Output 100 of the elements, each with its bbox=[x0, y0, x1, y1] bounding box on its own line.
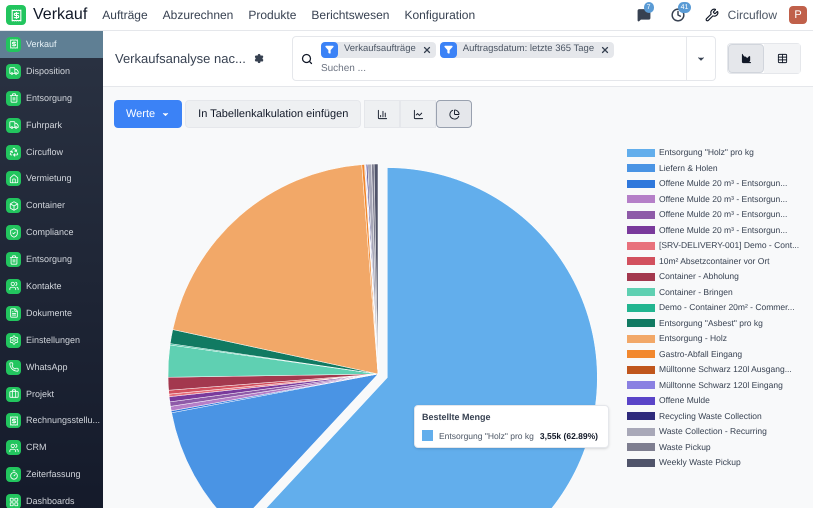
sidebar-label: Fuhrpark bbox=[26, 120, 62, 130]
legend-label[interactable]: Waste Pickup bbox=[659, 440, 711, 454]
sidebar-label: Container bbox=[26, 201, 66, 210]
sidebar-item[interactable]: Zeiterfassung bbox=[0, 461, 103, 488]
sidebar-item[interactable]: Vermietung bbox=[0, 165, 103, 192]
sidebar-item[interactable]: Entsorgung bbox=[0, 84, 103, 112]
module-icon bbox=[6, 278, 21, 294]
search-bar[interactable]: Verkaufsaufträge Auftragsdatum: letzte 365 Tage Suchen ... bbox=[292, 36, 716, 81]
menu-item[interactable]: Berichtswesen bbox=[311, 6, 390, 24]
sidebar-item[interactable]: CRM bbox=[0, 434, 103, 462]
module-icon bbox=[6, 467, 21, 482]
sidebar-label: WhatsApp bbox=[26, 362, 68, 372]
sidebar-item[interactable]: Container bbox=[0, 192, 103, 220]
legend-label[interactable]: Offene Mulde 20 m³ - Entsorgun... bbox=[659, 177, 788, 190]
sidebar-label: CRM bbox=[26, 443, 46, 452]
legend-label[interactable]: Mülltonne Schwarz 120l Eingang bbox=[659, 378, 783, 392]
sidebar-item[interactable]: Verkauf bbox=[0, 31, 103, 58]
view-switch-button[interactable] bbox=[764, 44, 800, 73]
module-icon bbox=[6, 225, 21, 240]
module-icon bbox=[6, 64, 21, 79]
sidebar-item[interactable]: Rechnungsstellu... bbox=[0, 407, 103, 434]
menu-item[interactable]: Produkte bbox=[248, 6, 296, 24]
sidebar-item[interactable]: Circuflow bbox=[0, 138, 103, 166]
pie-slice[interactable] bbox=[171, 374, 378, 508]
measures-button[interactable]: Werte bbox=[114, 100, 182, 128]
sidebar-label: Entsorgung bbox=[26, 255, 72, 264]
legend-label[interactable]: Offene Mulde 20 m³ - Entsorgun... bbox=[659, 208, 788, 222]
sidebar-item[interactable]: Disposition bbox=[0, 58, 103, 85]
view-switch-button[interactable] bbox=[728, 44, 764, 73]
legend-label[interactable]: Weekly Waste Pickup bbox=[659, 456, 741, 470]
module-icon bbox=[6, 118, 21, 133]
legend-label[interactable]: Entsorgung - Holz bbox=[659, 332, 728, 346]
sidebar-item[interactable]: Kontakte bbox=[0, 273, 103, 300]
user-avatar[interactable]: P bbox=[789, 6, 807, 24]
menu-item[interactable]: Konfiguration bbox=[404, 6, 476, 24]
search-icon bbox=[300, 52, 313, 64]
module-icon bbox=[6, 386, 21, 402]
app-name[interactable]: Verkauf bbox=[33, 3, 88, 27]
filter-icon bbox=[440, 42, 457, 58]
sidebar-item[interactable]: Projekt bbox=[0, 380, 103, 408]
report-title: Verkaufsanalyse nac... bbox=[115, 50, 246, 68]
sidebar-label: Projekt bbox=[26, 390, 54, 399]
legend-label[interactable]: Offene Mulde bbox=[659, 394, 710, 408]
sidebar-label: Dokumente bbox=[26, 308, 72, 318]
sidebar-label: Zeiterfassung bbox=[26, 470, 81, 480]
legend-label[interactable]: Recycling Waste Collection bbox=[659, 410, 762, 423]
sidebar-label: Compliance bbox=[26, 228, 74, 238]
legend-label[interactable]: Mülltonne Schwarz 120l Ausgang... bbox=[659, 363, 792, 376]
legend-label[interactable]: Entsorgung "Holz" pro kg bbox=[659, 146, 754, 160]
menu-item[interactable]: Aufträge bbox=[102, 6, 148, 24]
legend-label[interactable]: Container - Abholung bbox=[659, 270, 739, 284]
legend-label[interactable]: Container - Bringen bbox=[659, 286, 733, 299]
chart-type-button[interactable] bbox=[436, 100, 472, 128]
filter-facet[interactable]: Verkaufsaufträge bbox=[320, 42, 436, 58]
search-field[interactable]: Suchen ... bbox=[320, 60, 621, 76]
module-icon bbox=[6, 306, 21, 321]
area-chart-icon bbox=[740, 53, 752, 64]
legend-label[interactable]: Entsorgung "Asbest" pro kg bbox=[659, 316, 763, 330]
module-icon bbox=[6, 413, 21, 428]
sidebar-item[interactable]: Fuhrpark bbox=[0, 112, 103, 139]
sidebar-item[interactable]: Einstellungen bbox=[0, 326, 103, 354]
filter-icon bbox=[320, 42, 338, 58]
module-icon bbox=[6, 494, 21, 508]
filter-facet[interactable]: Auftragsdatum: letzte 365 Tage bbox=[440, 42, 614, 58]
tooltip-label: Entsorgung "Holz" pro kg bbox=[439, 430, 534, 442]
legend-label[interactable]: 10m² Absetzcontainer vor Ort bbox=[659, 254, 770, 268]
sidebar-item[interactable]: Dokumente bbox=[0, 300, 103, 327]
module-icon bbox=[6, 198, 21, 214]
close-icon[interactable] bbox=[600, 44, 610, 54]
sidebar-item[interactable]: Dashboards bbox=[0, 488, 103, 508]
close-icon[interactable] bbox=[422, 44, 432, 54]
module-icon bbox=[6, 440, 21, 456]
module-icon bbox=[6, 90, 21, 106]
legend-label[interactable]: Liefern & Holen bbox=[659, 162, 718, 175]
filter-label: Auftragsdatum: letzte 365 Tage bbox=[462, 42, 594, 56]
legend-label[interactable]: Offene Mulde 20 m³ - Entsorgun... bbox=[659, 192, 788, 206]
legend-label[interactable]: [SRV-DELIVERY-001] Demo - Cont... bbox=[659, 239, 800, 252]
sidebar-item[interactable]: WhatsApp bbox=[0, 354, 103, 381]
sidebar-item[interactable]: Entsorgung bbox=[0, 246, 103, 274]
legend-label[interactable]: Offene Mulde 20 m³ - Entsorgun... bbox=[659, 224, 788, 237]
pie-slice[interactable] bbox=[172, 164, 378, 374]
legend-label[interactable]: Gastro-Abfall Eingang bbox=[659, 348, 742, 361]
tooltip-value: 3,55k (62.89%) bbox=[540, 430, 598, 442]
menu-item[interactable]: Abzurechnen bbox=[162, 6, 234, 24]
module-icon bbox=[6, 332, 21, 348]
tooltip-title: Bestellte Menge bbox=[422, 411, 492, 424]
tools-icon[interactable] bbox=[704, 8, 719, 22]
sidebar-label: Rechnungsstellu... bbox=[26, 416, 100, 426]
spreadsheet-button[interactable]: In Tabellenkalkulation einfügen bbox=[185, 100, 362, 128]
sidebar-item[interactable]: Compliance bbox=[0, 219, 103, 246]
sidebar-label: Dashboards bbox=[26, 497, 75, 506]
module-icon bbox=[6, 36, 21, 52]
sidebar-label: Verkauf bbox=[26, 40, 57, 49]
sidebar-label: Vermietung bbox=[26, 174, 72, 184]
company-name[interactable]: Circuflow bbox=[728, 6, 777, 24]
settings-icon[interactable] bbox=[254, 53, 264, 64]
line-chart-icon bbox=[412, 108, 424, 120]
legend-label[interactable]: Demo - Container 20m² - Commer... bbox=[659, 301, 795, 314]
sidebar-label: Entsorgung bbox=[26, 94, 72, 103]
legend-label[interactable]: Waste Collection - Recurring bbox=[659, 425, 767, 438]
